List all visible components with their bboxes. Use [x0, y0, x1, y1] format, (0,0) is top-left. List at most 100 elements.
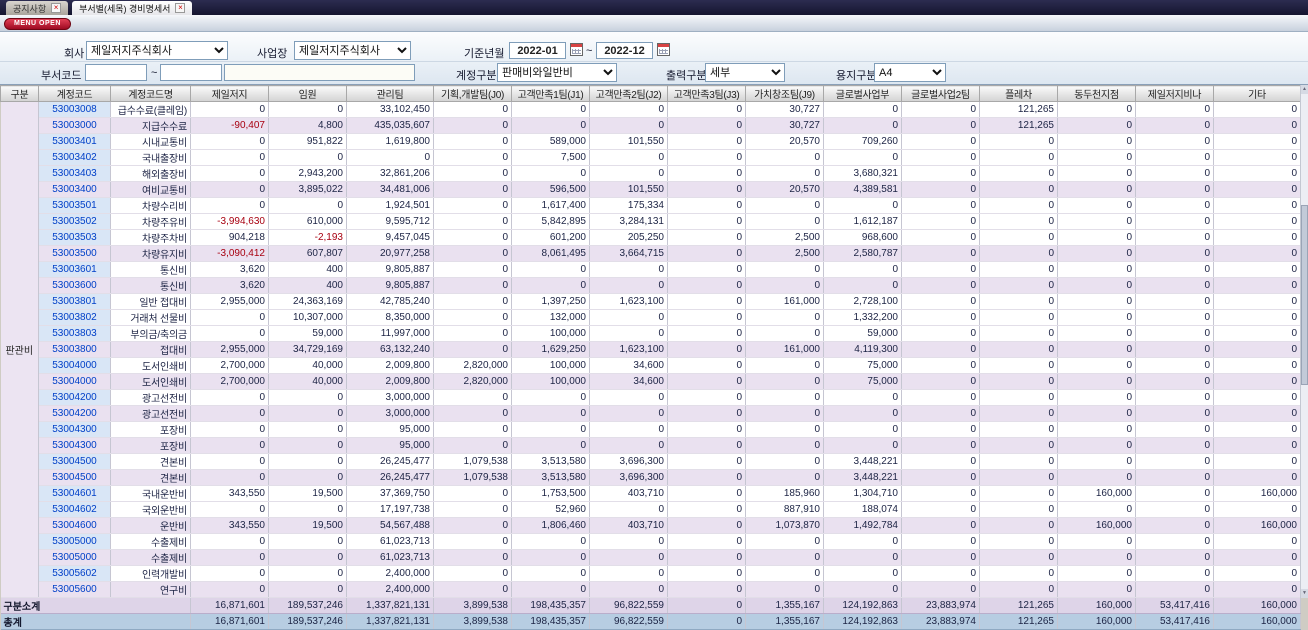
- value-cell: 1,753,500: [511, 485, 590, 502]
- period-from-input[interactable]: [509, 42, 566, 59]
- value-cell: 0: [1135, 405, 1214, 422]
- paper-type-select[interactable]: A4: [874, 63, 946, 82]
- value-cell: 0: [1213, 357, 1301, 374]
- table-row[interactable]: 53003403 해외출장비 0 2,943,200 32,861,206 0 0 0 0 0 3,…: [1, 165, 1301, 182]
- value-cell: 0: [1057, 245, 1136, 262]
- column-header[interactable]: 기획,개발팀(J0): [433, 85, 512, 102]
- value-cell: 0: [1057, 357, 1136, 374]
- tab-expense-report[interactable]: 부서별(세목) 경비명세서 ×: [72, 1, 193, 15]
- account-name-cell: 인력개발비: [110, 565, 191, 582]
- account-code-cell: 53005602: [38, 565, 111, 582]
- table-row[interactable]: 53005000 수출제비 0 0 61,023,713 0 0 0 0 0 0 0 0 0 0 0: [1, 533, 1301, 550]
- value-cell: 0: [1135, 373, 1214, 390]
- column-header[interactable]: 플레차: [979, 85, 1058, 102]
- scroll-up-icon[interactable]: ▲: [1301, 85, 1308, 94]
- tab-notice[interactable]: 공지사항 ×: [6, 1, 69, 15]
- scrollbar-thumb[interactable]: [1301, 205, 1308, 385]
- table-row[interactable]: 53003502 차량주유비 -3,994,630 610,000 9,595,712 0…: [1, 213, 1301, 230]
- calendar-icon[interactable]: [570, 43, 583, 56]
- column-header[interactable]: 글로벌사업2팀: [901, 85, 980, 102]
- table-row[interactable]: 53004500 견본비 0 0 26,245,477 1,079,538 3,513,58…: [1, 453, 1301, 470]
- account-code-cell: 53004601: [38, 485, 111, 502]
- table-row[interactable]: 53004300 포장비 0 0 95,000 0 0 0 0 0 0 0 0 0 0 0: [1, 437, 1301, 454]
- column-header[interactable]: 가치창조팀(J9): [745, 85, 824, 102]
- table-row[interactable]: 53004000 도서인쇄비 2,700,000 40,000 2,009,800 2,8…: [1, 373, 1301, 390]
- column-header[interactable]: 제일저지비나: [1135, 85, 1214, 102]
- close-icon[interactable]: ×: [175, 3, 186, 13]
- value-cell: 8,350,000: [346, 309, 434, 326]
- value-cell: 0: [589, 261, 668, 278]
- dept-name-field[interactable]: [224, 64, 415, 81]
- close-icon[interactable]: ×: [51, 3, 62, 13]
- value-cell: 2,700,000: [190, 373, 269, 390]
- table-row[interactable]: 53004602 국외운반비 0 0 17,197,738 0 52,960 0 0 887,91…: [1, 501, 1301, 518]
- table-row[interactable]: 53003401 시내교통비 0 951,822 1,619,800 0 589,000 10…: [1, 133, 1301, 150]
- table-row[interactable]: 53005600 연구비 0 0 2,400,000 0 0 0 0 0 0 0 0 0 0 0: [1, 581, 1301, 598]
- value-cell: 160,000: [1057, 597, 1136, 614]
- total-row[interactable]: 총계 16,871,601 189,537,246 1,337,821,131 3,89…: [0, 613, 1301, 630]
- table-row[interactable]: 53004200 광고선전비 0 0 3,000,000 0 0 0 0 0 0 0 0 0 0 0: [1, 389, 1301, 406]
- value-cell: 0: [1057, 453, 1136, 470]
- table-row[interactable]: 53004601 국내운반비 343,550 19,500 37,369,750 0 1,7…: [1, 485, 1301, 502]
- value-cell: 0: [1213, 197, 1301, 214]
- column-header[interactable]: 기타: [1213, 85, 1301, 102]
- period-to-input[interactable]: [596, 42, 653, 59]
- account-code-cell: 53004600: [38, 517, 111, 534]
- column-header[interactable]: 관리팀: [346, 85, 434, 102]
- table-row[interactable]: 53003500 차량유지비 -3,090,412 607,807 20,977,258…: [1, 245, 1301, 262]
- column-header[interactable]: 계정코드: [38, 85, 111, 102]
- value-cell: 0: [1057, 341, 1136, 358]
- table-row[interactable]: 53003600 통신비 3,620 400 9,805,887 0 0 0 0 0 0 0 0 0 0 0: [1, 277, 1301, 294]
- column-header[interactable]: 임원: [268, 85, 347, 102]
- value-cell: 2,820,000: [433, 373, 512, 390]
- table-row[interactable]: 53005000 수출제비 0 0 61,023,713 0 0 0 0 0 0 0 0 0 0 0: [1, 549, 1301, 566]
- column-header[interactable]: 글로벌사업부: [823, 85, 902, 102]
- table-row[interactable]: 53004500 견본비 0 0 26,245,477 1,079,538 3,513,58…: [1, 469, 1301, 486]
- column-header[interactable]: 계정코드명: [110, 85, 191, 102]
- table-row[interactable]: 53003802 거래처 선물비 0 10,307,000 8,350,000 0 132,…: [1, 309, 1301, 326]
- table-row[interactable]: 53004300 포장비 0 0 95,000 0 0 0 0 0 0 0 0 0 0 0: [1, 421, 1301, 438]
- value-cell: 0: [1213, 181, 1301, 198]
- table-row[interactable]: 53003800 접대비 2,955,000 34,729,169 63,132,240…: [1, 341, 1301, 358]
- value-cell: 0: [268, 549, 347, 566]
- value-cell: 132,000: [511, 309, 590, 326]
- column-header[interactable]: 제일저지: [190, 85, 269, 102]
- table-row[interactable]: 53003402 국내출장비 0 0 0 0 7,500 0 0 0 0 0 0 0 0 0: [1, 149, 1301, 166]
- column-header[interactable]: 고객만족3팀(J3): [667, 85, 746, 102]
- column-header[interactable]: 동두천지점: [1057, 85, 1136, 102]
- account-type-select[interactable]: 판매비와일반비: [497, 63, 617, 82]
- column-header[interactable]: 고객만족1팀(J1): [511, 85, 590, 102]
- table-row[interactable]: 53004000 도서인쇄비 2,700,000 40,000 2,009,800 2,8…: [1, 357, 1301, 374]
- value-cell: -3,090,412: [190, 245, 269, 262]
- scroll-down-icon[interactable]: ▼: [1301, 589, 1308, 598]
- table-row[interactable]: 53003601 통신비 3,620 400 9,805,887 0 0 0 0 0 0 0 0 0 0 0: [1, 261, 1301, 278]
- output-type-select[interactable]: 세부: [705, 63, 785, 82]
- table-row[interactable]: 53005602 인력개발비 0 0 2,400,000 0 0 0 0 0 0 0 0 0 0 0: [1, 565, 1301, 582]
- table-row[interactable]: 53003801 일반 접대비 2,955,000 24,363,169 42,785,…: [1, 293, 1301, 310]
- dept-code-from-input[interactable]: [85, 64, 147, 81]
- subtotal-row[interactable]: 구분소계 16,871,601 189,537,246 1,337,821,131 3,…: [0, 597, 1301, 614]
- value-cell: 0: [1057, 501, 1136, 518]
- table-row[interactable]: 53003803 부의금/축의금 0 59,000 11,997,000 0 100,000…: [1, 325, 1301, 342]
- table-row[interactable]: 53003503 차량주차비 904,218 -2,193 9,457,045 0 601,…: [1, 229, 1301, 246]
- value-cell: 0: [433, 581, 512, 598]
- value-cell: 0: [667, 197, 746, 214]
- table-row[interactable]: 판관비 53003008 급수수료(클레임) 0 0 33,102,450 0 0 0 0 30,7…: [0, 101, 1301, 598]
- table-row[interactable]: 53004600 운반비 343,550 19,500 54,567,488 0 1,806…: [1, 517, 1301, 534]
- value-cell: 2,943,200: [268, 165, 347, 182]
- table-row[interactable]: 53004200 광고선전비 0 0 3,000,000 0 0 0 0 0 0 0 0 0 0 0: [1, 405, 1301, 422]
- table-row[interactable]: 53003000 지급수수료 -90,407 4,800 435,035,607 0 0 0 0…: [1, 117, 1301, 134]
- menu-open-button[interactable]: MENU OPEN: [4, 18, 71, 30]
- column-header[interactable]: 구분: [0, 85, 39, 102]
- table-row[interactable]: 53003501 차량수리비 0 0 1,924,501 0 1,617,400 175,33…: [1, 197, 1301, 214]
- dept-code-to-input[interactable]: [160, 64, 222, 81]
- calendar-icon[interactable]: [657, 43, 670, 56]
- table-row[interactable]: 53003400 여비교통비 0 3,895,022 34,481,006 0 596,50…: [1, 181, 1301, 198]
- value-cell: 0: [1213, 453, 1301, 470]
- vertical-scrollbar[interactable]: ▲ ▼: [1300, 85, 1308, 598]
- workplace-select[interactable]: 제일저지주식회사: [294, 41, 411, 60]
- value-cell: 0: [1213, 133, 1301, 150]
- subtotal-label-cell: 구분소계: [0, 597, 191, 614]
- column-header[interactable]: 고객만족2팀(J2): [589, 85, 668, 102]
- company-select[interactable]: 제일저지주식회사: [86, 41, 228, 60]
